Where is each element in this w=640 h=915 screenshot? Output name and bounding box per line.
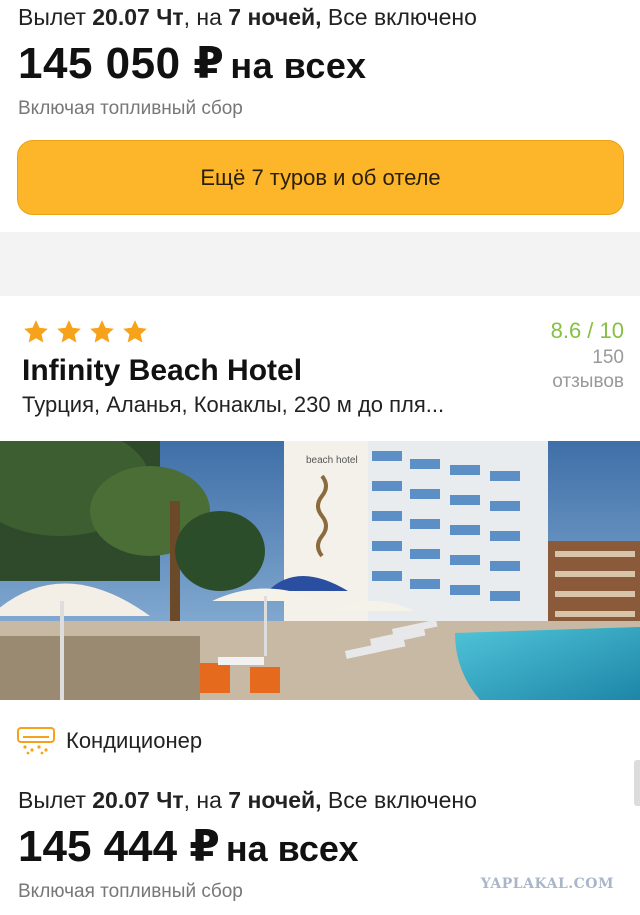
hotel-name[interactable]: Infinity Beach Hotel <box>22 354 302 388</box>
tour-2-departure-line: Вылет 20.07 Чт, на 7 ночей, Все включено <box>18 787 477 814</box>
photo-sign: beach hotel <box>306 455 358 466</box>
hotel-location: Турция, Аланья, Конаклы, 230 м до пля... <box>22 392 445 417</box>
tour-1-fuel-note: Включая топливный сбор <box>18 98 243 119</box>
scrollbar-handle[interactable] <box>634 760 640 806</box>
section-divider <box>0 232 640 296</box>
hotel-photo-illustration: beach hotel <box>0 441 640 700</box>
star-icon <box>90 320 114 343</box>
hotel-stars <box>22 318 149 346</box>
price-value: 145 444 ₽ <box>18 822 220 871</box>
nights-count: 7 ночей <box>228 787 316 813</box>
price-suffix: на всех <box>225 828 359 869</box>
tour-1-departure-line: Вылет 20.07 Чт, на 7 ночей, Все включено <box>18 4 477 31</box>
departure-date: 20.07 Чт <box>92 787 184 813</box>
amenity-air-conditioner: Кондиционер <box>16 726 202 756</box>
tour-2-fuel-note: Включая топливный сбор <box>18 881 243 902</box>
rating-score: 8.6 / 10 <box>550 318 624 343</box>
departure-date: 20.07 Чт <box>92 4 184 30</box>
star-icon <box>123 320 147 343</box>
more-tours-button[interactable]: Ещё 7 туров и об отеле <box>17 140 624 215</box>
tour-2-price: 145 444 ₽ на всех <box>18 821 358 872</box>
reviews-count: 150 <box>592 347 624 368</box>
star-icon <box>57 320 81 343</box>
meal-plan: Все включено <box>321 787 477 813</box>
reviews-label: отзывов <box>552 371 624 392</box>
meal-plan: Все включено <box>321 4 477 30</box>
departure-mid: , на <box>183 4 229 30</box>
price-value: 145 050 ₽ <box>18 39 225 88</box>
tour-1-price: 145 050 ₽ на всех <box>18 38 366 89</box>
air-conditioner-icon <box>17 727 55 755</box>
nights-count: 7 ночей <box>228 4 316 30</box>
star-icon <box>24 320 48 343</box>
price-suffix: на всех <box>230 45 367 86</box>
amenity-label: Кондиционер <box>66 728 203 753</box>
watermark: YAPLAKAL.COM <box>480 876 614 892</box>
departure-prefix: Вылет <box>18 787 93 813</box>
hotel-photo[interactable]: beach hotel <box>0 441 640 700</box>
departure-mid: , на <box>183 787 229 813</box>
departure-prefix: Вылет <box>18 4 93 30</box>
hotel-rating[interactable]: 8.6 / 10 150 отзывов <box>551 318 624 394</box>
